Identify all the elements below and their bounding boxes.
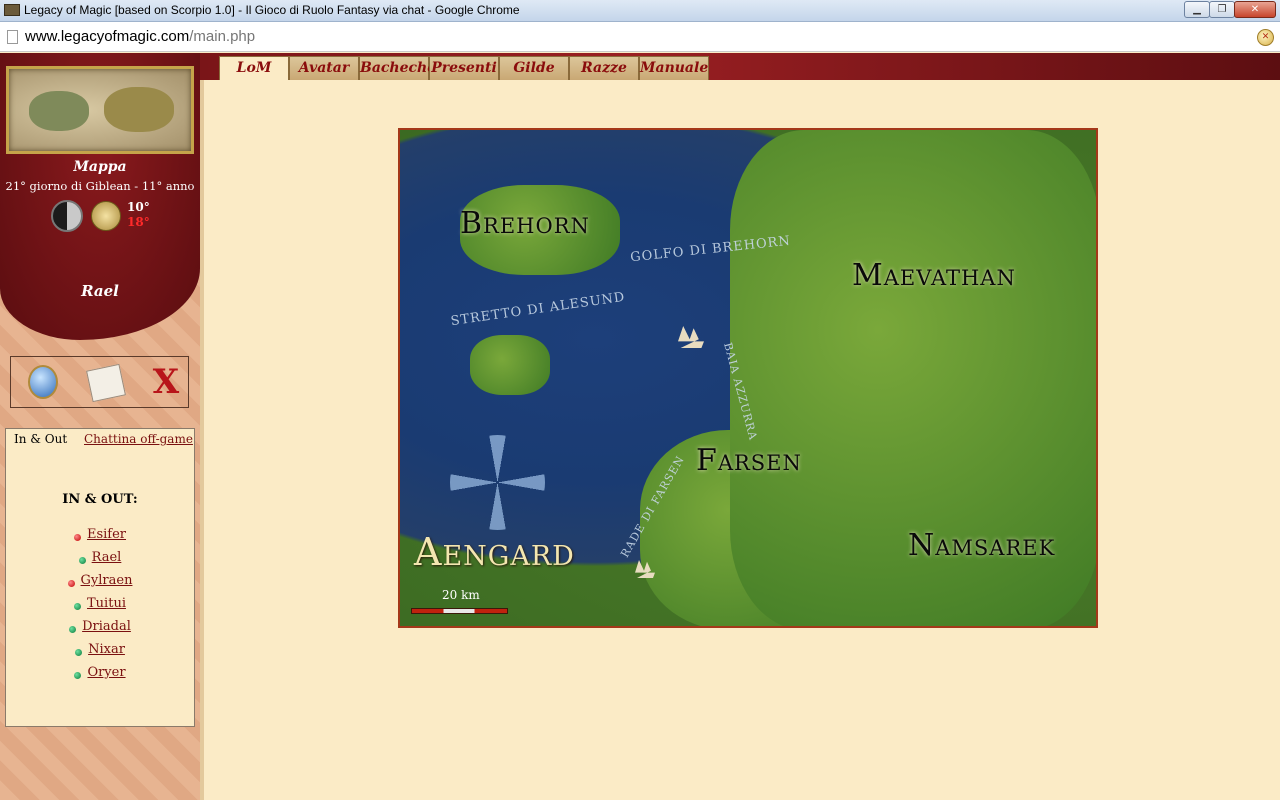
list-item: Oryer [6, 665, 194, 688]
status-dot-icon [74, 672, 82, 679]
maximize-button[interactable]: ❐ [1209, 1, 1235, 18]
scale-bar [411, 608, 508, 614]
tab-razze[interactable]: Razze [569, 56, 639, 80]
status-dot-icon [75, 649, 83, 656]
status-dot-icon [74, 603, 82, 610]
minimize-button[interactable]: ▁ [1184, 1, 1210, 18]
user-link[interactable]: Gylraen [81, 573, 133, 588]
url-path: /main.php [189, 28, 256, 45]
ship-icon [678, 326, 704, 348]
scroll-quill-icon[interactable] [86, 363, 126, 403]
landmass-island [470, 335, 550, 395]
scale-label: 20 km [442, 588, 480, 602]
user-link[interactable]: Nixar [88, 642, 125, 657]
tab-in-out[interactable]: In & Out [14, 432, 67, 446]
presence-panel: In & Out Chattina off-game IN & OUT: Esi… [5, 428, 195, 727]
username: Rael [81, 282, 119, 300]
thumb-landmass [104, 87, 174, 132]
status-dot-icon [67, 580, 75, 587]
map-caption[interactable]: Mappa [0, 159, 200, 175]
title-bar: Legacy of Magic [based on Scorpio 1.0] -… [0, 0, 1280, 22]
user-link[interactable]: Driadal [82, 619, 131, 634]
user-link[interactable]: Rael [92, 550, 122, 565]
sea-label-stretto-alesund: Stretto di Alesund [449, 289, 627, 330]
tab-chattina-off-game[interactable]: Chattina off-game [84, 432, 193, 446]
game-date: 21° giorno di Giblean - 11° anno [5, 179, 195, 193]
close-button[interactable]: ✕ [1234, 1, 1276, 18]
region-label-brehorn: Brehorn [460, 206, 590, 241]
world-map[interactable]: Brehorn Maevathan Farsen Namsarek Aengar… [398, 128, 1098, 628]
top-nav: LoM Avatar Bacheche Presenti Gilde Razze… [200, 53, 1280, 81]
region-label-maevathan: Maevathan [852, 258, 1016, 293]
address-bar[interactable]: www.legacyofmagic.com/main.php ✕ [0, 22, 1280, 52]
region-label-namsarek: Namsarek [908, 528, 1056, 563]
online-user-list: Esifer Rael Gylraen Tuitui Driadal Nixar… [6, 527, 194, 688]
sidebar: Mappa 21° giorno di Giblean - 11° anno 1… [0, 53, 200, 800]
main-content: Brehorn Maevathan Farsen Namsarek Aengar… [200, 80, 1280, 800]
page-icon [7, 30, 18, 44]
tab-avatar[interactable]: Avatar [289, 56, 359, 80]
logout-icon[interactable]: X [151, 363, 181, 401]
status-dot-icon [73, 534, 81, 541]
status-dot-icon [69, 626, 77, 633]
tab-manuale[interactable]: Manuale [639, 56, 709, 80]
compass-icon [91, 201, 121, 231]
moon-phase-icon [51, 200, 83, 232]
user-link[interactable]: Oryer [87, 665, 125, 680]
list-item: Gylraen [6, 573, 194, 596]
window-title: Legacy of Magic [based on Scorpio 1.0] -… [24, 3, 520, 17]
region-label-aengard: Aengard [414, 530, 575, 574]
compass-rose-icon [450, 435, 545, 530]
tab-gilde[interactable]: Gilde [499, 56, 569, 80]
url-host: www.legacyofmagic.com [25, 28, 190, 45]
page: Mappa 21° giorno di Giblean - 11° anno 1… [0, 53, 1280, 800]
temperature-max: 10° [127, 200, 150, 214]
thumb-landmass [29, 91, 89, 131]
app-icon [4, 4, 20, 16]
tab-lom[interactable]: LoM [219, 56, 289, 81]
toolbox: X [10, 356, 189, 408]
temperature-min: 18° [127, 215, 150, 229]
list-item: Esifer [6, 527, 194, 550]
tab-bacheche[interactable]: Bacheche [359, 56, 436, 80]
site-settings-icon[interactable]: ✕ [1257, 29, 1274, 46]
status-dot-icon [78, 557, 86, 564]
user-link[interactable]: Tuitui [87, 596, 126, 611]
url-text[interactable]: www.legacyofmagic.com/main.php [25, 28, 255, 45]
globe-icon[interactable] [28, 365, 58, 399]
region-label-farsen: Farsen [696, 443, 802, 478]
user-link[interactable]: Esifer [87, 527, 126, 542]
list-item: Driadal [6, 619, 194, 642]
list-item: Tuitui [6, 596, 194, 619]
map-thumbnail[interactable] [6, 66, 194, 154]
list-item: Nixar [6, 642, 194, 665]
tab-presenti[interactable]: Presenti [429, 56, 499, 80]
in-out-heading: IN & OUT: [62, 492, 138, 507]
list-item: Rael [6, 550, 194, 573]
sidebar-header: Mappa 21° giorno di Giblean - 11° anno 1… [0, 53, 200, 340]
